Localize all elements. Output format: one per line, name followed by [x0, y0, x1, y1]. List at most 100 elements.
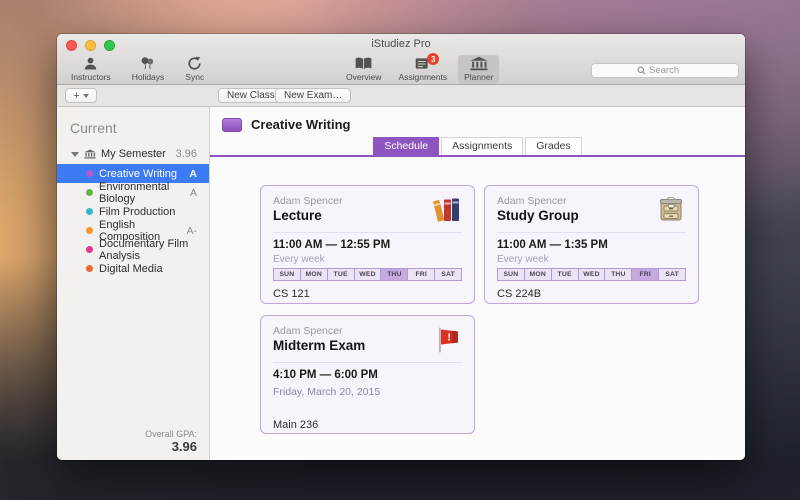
- class-card-study-group[interactable]: Adam Spencer Study Group 11:00 AM — 1:35…: [484, 185, 699, 304]
- schedule-cards: Adam Spencer Lecture 11:00 AM — 12:55 PM…: [260, 185, 704, 434]
- class-card-lecture[interactable]: Adam Spencer Lecture 11:00 AM — 12:55 PM…: [260, 185, 475, 304]
- exam-card-midterm[interactable]: Adam Spencer Midterm Exam ! 4:10 PM — 6:…: [260, 315, 475, 434]
- card-recurrence: Every week: [497, 254, 686, 265]
- person-icon: [82, 56, 99, 71]
- instructors-button[interactable]: Instructors: [65, 55, 117, 84]
- app-window: iStudiez Pro Instructors Holidays: [57, 34, 745, 460]
- semester-label: My Semester: [101, 148, 166, 160]
- toolbar: Instructors Holidays Sync: [57, 55, 745, 85]
- day-cell: FRI: [631, 268, 659, 281]
- day-strip: SUN MON TUE WED THU FRI SAT: [273, 268, 462, 281]
- day-cell: MON: [524, 268, 552, 281]
- card-time: 11:00 AM — 1:35 PM: [497, 239, 686, 251]
- toolbar-item-label: Planner: [464, 72, 493, 82]
- books-icon: [432, 195, 462, 225]
- notepad-icon: 3: [414, 56, 431, 71]
- day-cell: MON: [300, 268, 328, 281]
- course-header: Creative Writing: [222, 117, 745, 132]
- close-button[interactable]: [66, 40, 77, 51]
- course-grade: A: [190, 187, 209, 199]
- overall-gpa-label: Overall GPA:: [145, 429, 197, 439]
- day-cell: THU: [380, 268, 408, 281]
- day-strip: SUN MON TUE WED THU FRI SAT: [497, 268, 686, 281]
- holidays-button[interactable]: Holidays: [126, 55, 171, 84]
- search-field[interactable]: [591, 63, 739, 78]
- toolbar-item-label: Instructors: [71, 72, 111, 82]
- day-cell: SUN: [497, 268, 525, 281]
- card-file-icon: [656, 195, 686, 225]
- card-location: CS 121: [273, 288, 462, 300]
- day-cell: THU: [604, 268, 632, 281]
- card-time: 4:10 PM — 6:00 PM: [273, 369, 462, 381]
- open-book-icon: [354, 56, 373, 71]
- plus-icon: +: [73, 90, 79, 102]
- sidebar-item-documentary-film-analysis[interactable]: Documentary Film Analysis: [57, 240, 209, 259]
- toolbar-item-label: Overview: [346, 72, 381, 82]
- overview-button[interactable]: Overview: [340, 55, 387, 84]
- window-chrome: iStudiez Pro Instructors Holidays: [57, 34, 745, 85]
- chevron-down-icon: [83, 94, 89, 98]
- day-cell: FRI: [407, 268, 435, 281]
- planner-button[interactable]: Planner: [458, 55, 499, 84]
- course-name: Creative Writing: [99, 168, 177, 180]
- disclosure-triangle-icon[interactable]: [71, 152, 79, 157]
- day-cell: WED: [578, 268, 606, 281]
- course-color-dot: [86, 227, 93, 234]
- minimize-button[interactable]: [85, 40, 96, 51]
- main-panel: Creative Writing Schedule Assignments Gr…: [210, 107, 745, 460]
- bank-icon: [84, 149, 96, 159]
- course-color-dot: [86, 170, 93, 177]
- semester-row[interactable]: My Semester 3.96: [57, 144, 209, 164]
- course-name: Film Production: [99, 206, 175, 218]
- semester-gpa: 3.96: [176, 148, 209, 160]
- card-date: Friday, March 20, 2015: [273, 386, 462, 398]
- sync-button[interactable]: Sync: [179, 55, 210, 84]
- sidebar-header: Current: [70, 120, 209, 136]
- course-color-swatch: [222, 118, 242, 132]
- card-recurrence: Every week: [273, 254, 462, 265]
- add-button[interactable]: +: [65, 88, 97, 103]
- tab-assignments[interactable]: Assignments: [441, 137, 523, 155]
- toolbar-item-label: Holidays: [132, 72, 165, 82]
- new-exam-button[interactable]: New Exam…: [275, 88, 351, 103]
- card-time: 11:00 AM — 12:55 PM: [273, 239, 462, 251]
- toolbar-item-label: Sync: [185, 72, 204, 82]
- toolbar-center-group: Overview 3 Assignments Planner: [340, 55, 499, 84]
- day-cell: SUN: [273, 268, 301, 281]
- overall-gpa-value: 3.96: [145, 439, 197, 454]
- card-location: CS 224B: [497, 288, 686, 300]
- overall-gpa: Overall GPA: 3.96: [145, 429, 197, 454]
- tab-grades[interactable]: Grades: [525, 137, 581, 155]
- sidebar-item-digital-media[interactable]: Digital Media: [57, 259, 209, 278]
- day-cell: SAT: [434, 268, 462, 281]
- action-bar: + New Class… New Exam…: [57, 85, 745, 107]
- search-icon: [637, 66, 646, 75]
- bank-icon: [470, 56, 488, 71]
- day-cell: SAT: [658, 268, 686, 281]
- day-cell: WED: [354, 268, 382, 281]
- divider: [273, 232, 462, 233]
- desktop: { "window": { "title": "iStudiez Pro", "…: [0, 0, 800, 500]
- titlebar: iStudiez Pro: [57, 34, 745, 55]
- toolbar-item-label: Assignments: [398, 72, 447, 82]
- day-cell: TUE: [327, 268, 355, 281]
- zoom-button[interactable]: [104, 40, 115, 51]
- sidebar-item-environmental-biology[interactable]: Environmental Biology A: [57, 183, 209, 202]
- tab-schedule[interactable]: Schedule: [373, 137, 439, 155]
- svg-text:!: !: [447, 333, 450, 344]
- search-input[interactable]: [649, 65, 693, 76]
- course-name: Digital Media: [99, 263, 163, 275]
- assignments-button[interactable]: 3 Assignments: [392, 55, 453, 84]
- course-grade: A: [189, 168, 209, 180]
- exam-flag-icon: !: [432, 325, 462, 355]
- card-location: Main 236: [273, 419, 462, 431]
- window-title: iStudiez Pro: [57, 34, 745, 55]
- course-color-dot: [86, 208, 93, 215]
- course-name: Documentary Film Analysis: [99, 238, 197, 262]
- toolbar-left-group: Instructors Holidays Sync: [65, 55, 210, 84]
- course-grade: A-: [187, 225, 210, 237]
- balloons-icon: [139, 56, 156, 71]
- course-name: Environmental Biology: [99, 181, 190, 205]
- course-color-dot: [86, 246, 93, 253]
- traffic-lights: [66, 40, 115, 51]
